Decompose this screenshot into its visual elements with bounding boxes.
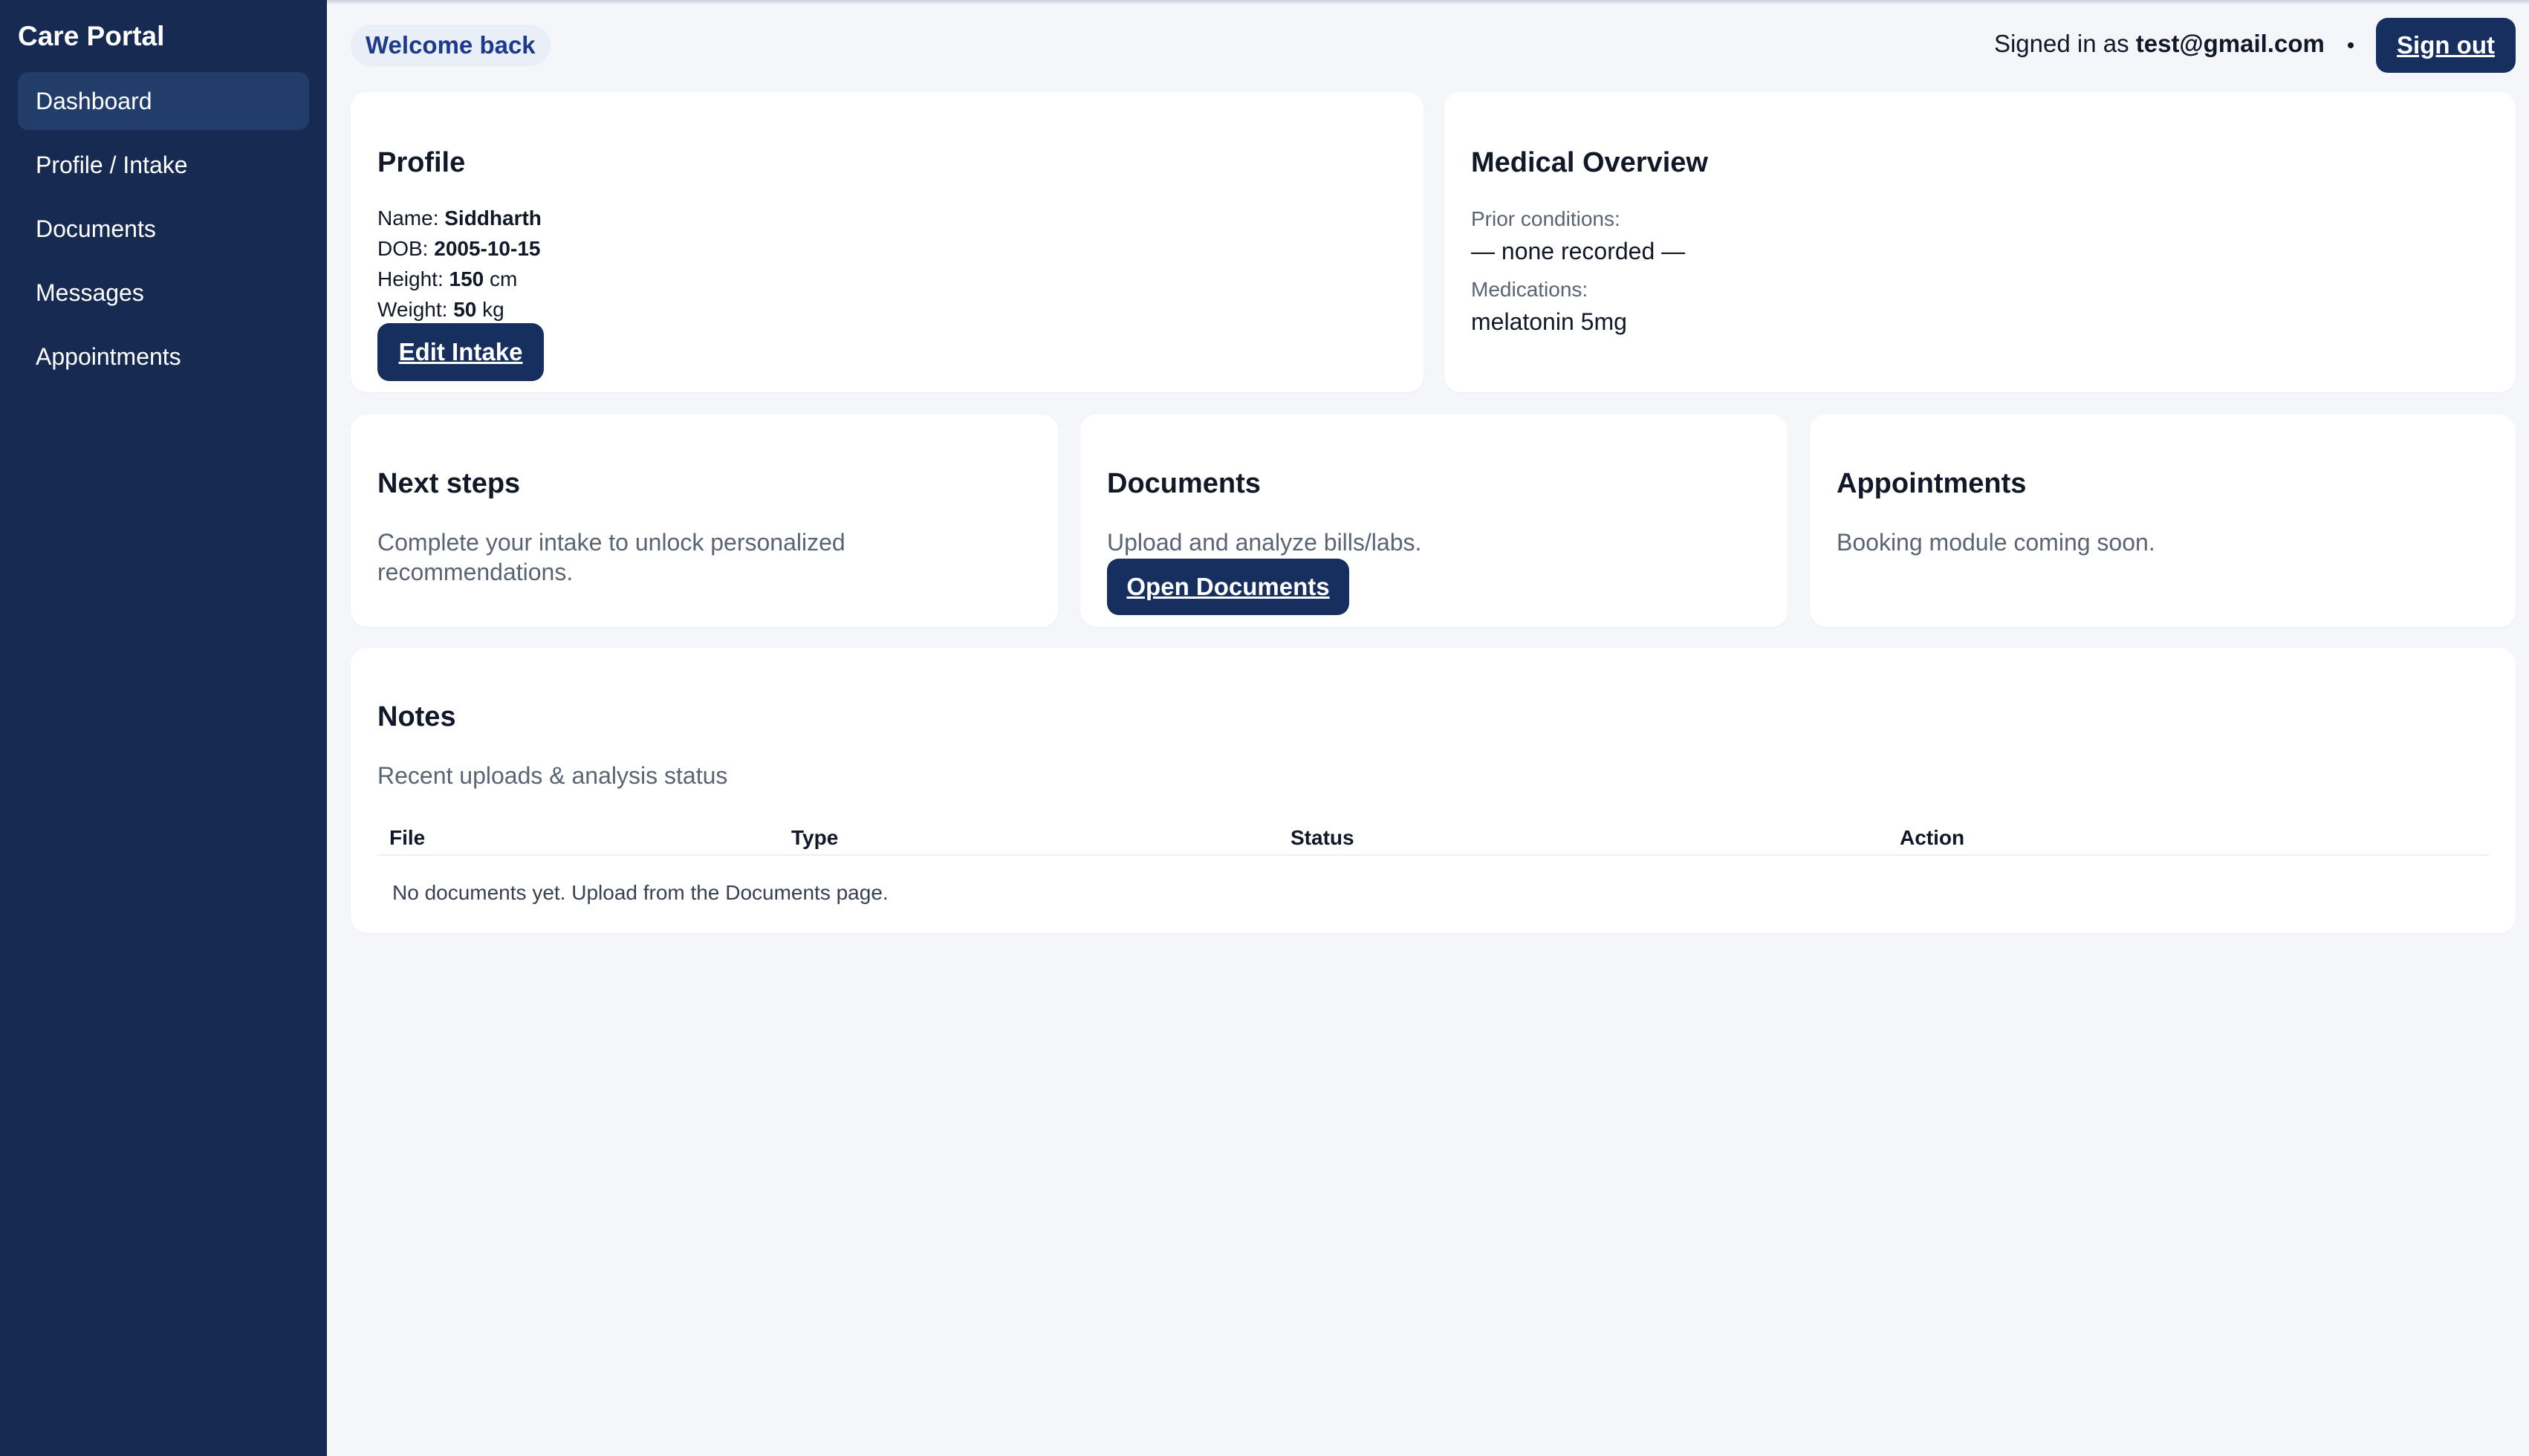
dob-label: DOB:: [377, 237, 429, 260]
next-steps-title: Next steps: [377, 468, 521, 499]
user-email: test@gmail.com: [2135, 30, 2325, 57]
column-header-status: Status: [1291, 826, 1354, 849]
profile-title: Profile: [377, 147, 466, 178]
table-divider: [377, 854, 2489, 856]
documents-title: Documents: [1107, 468, 1261, 499]
column-header-type: Type: [791, 826, 839, 849]
next-steps-text: Complete your intake to unlock personali…: [377, 529, 845, 585]
height-unit: cm: [490, 267, 518, 290]
sidebar-item-documents[interactable]: Documents: [18, 200, 309, 258]
notes-card: Notes Recent uploads & analysis status F…: [351, 648, 2516, 933]
sidebar: Care Portal Dashboard Profile / Intake D…: [0, 0, 327, 1456]
dob-value: 2005-10-15: [434, 237, 541, 260]
next-steps-card: Next steps Complete your intake to unloc…: [351, 415, 1058, 627]
top-shadow: [327, 0, 2529, 4]
profile-card: Profile Name: Siddharth DOB: 2005-10-15 …: [351, 92, 1423, 392]
open-documents-button[interactable]: Open Documents: [1107, 559, 1349, 615]
sidebar-item-dashboard[interactable]: Dashboard: [18, 72, 309, 130]
edit-intake-button[interactable]: Edit Intake: [377, 323, 544, 381]
documents-text: Upload and analyze bills/labs.: [1107, 529, 1422, 556]
documents-card: Documents Upload and analyze bills/labs.…: [1080, 415, 1788, 627]
weight-label: Weight:: [377, 298, 448, 321]
medical-overview-card: Medical Overview Prior conditions: — non…: [1444, 92, 2516, 392]
brand-title: Care Portal: [18, 21, 165, 51]
profile-name-line: Name: Siddharth: [377, 207, 542, 230]
weight-unit: kg: [482, 298, 504, 321]
appointments-card: Appointments Booking module coming soon.: [1810, 415, 2516, 627]
height-value: 150: [449, 267, 484, 290]
profile-height-line: Height: 150 cm: [377, 267, 517, 291]
medical-overview-title: Medical Overview: [1471, 147, 1708, 178]
sidebar-item-profile-intake[interactable]: Profile / Intake: [18, 136, 309, 194]
notes-title: Notes: [377, 701, 456, 732]
signed-in-prefix: Signed in as: [1993, 30, 2129, 57]
prior-conditions-label: Prior conditions:: [1471, 207, 1620, 230]
signed-in-status: Signed in as test@gmail.com: [1994, 30, 2354, 58]
table-empty-message: No documents yet. Upload from the Docume…: [392, 881, 889, 904]
appointments-title: Appointments: [1837, 468, 2027, 499]
column-header-file: File: [389, 826, 426, 849]
column-header-action: Action: [1900, 826, 1965, 849]
appointments-text: Booking module coming soon.: [1837, 529, 2155, 556]
name-label: Name:: [377, 207, 439, 230]
profile-weight-line: Weight: 50 kg: [377, 298, 504, 322]
notes-subtitle: Recent uploads & analysis status: [377, 762, 728, 789]
name-value: Siddharth: [444, 207, 542, 230]
prior-conditions-value: — none recorded —: [1471, 238, 1686, 264]
separator-dot: [2348, 42, 2354, 49]
sidebar-item-appointments[interactable]: Appointments: [18, 328, 309, 386]
medications-value: melatonin 5mg: [1471, 308, 1627, 335]
height-label: Height:: [377, 267, 444, 290]
welcome-badge: Welcome back: [351, 25, 551, 66]
weight-value: 50: [453, 298, 477, 321]
sidebar-item-messages[interactable]: Messages: [18, 264, 309, 322]
sign-out-button[interactable]: Sign out: [2376, 18, 2516, 73]
profile-dob-line: DOB: 2005-10-15: [377, 237, 540, 261]
medications-label: Medications:: [1471, 278, 1588, 301]
